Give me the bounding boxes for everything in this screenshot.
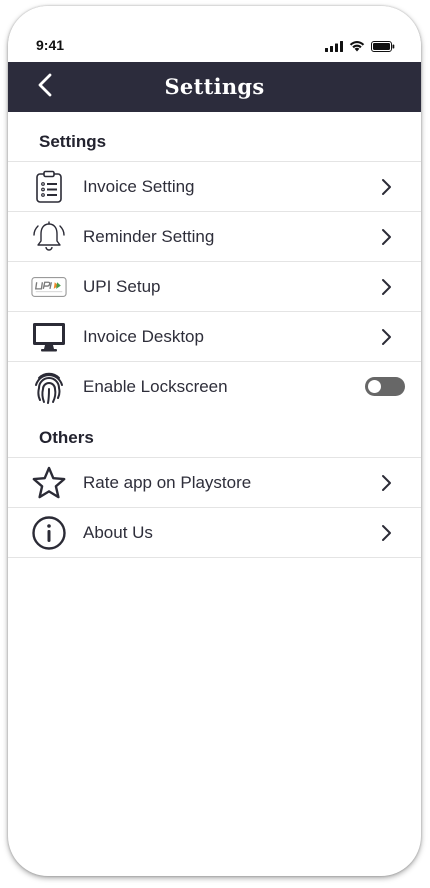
lockscreen-toggle[interactable] (365, 377, 405, 396)
toggle-knob (368, 380, 381, 393)
settings-item-reminder-setting[interactable]: Reminder Setting (8, 211, 421, 261)
others-item-label: Rate app on Playstore (83, 473, 252, 492)
status-icons (325, 39, 395, 57)
desktop-monitor-icon (31, 319, 67, 355)
battery-icon (371, 39, 395, 57)
chevron-right-icon (379, 523, 393, 543)
chevron-right-icon (379, 177, 393, 197)
settings-item-invoice-setting[interactable]: Invoice Setting (8, 161, 421, 211)
chevron-right-icon (379, 327, 393, 347)
upi-logo-icon (31, 269, 67, 305)
others-item-label: About Us (83, 523, 153, 542)
settings-item-label: Reminder Setting (83, 227, 215, 246)
page-title: Settings (164, 74, 265, 99)
settings-item-upi-setup[interactable]: UPI Setup (8, 261, 421, 311)
settings-item-label: Invoice Desktop (83, 327, 204, 346)
fingerprint-icon (31, 369, 67, 405)
section-title-settings: Settings (39, 132, 107, 151)
status-time: 9:41 (36, 37, 65, 53)
section-title-others: Others (39, 428, 94, 447)
others-item-about-us[interactable]: About Us (8, 507, 421, 558)
settings-item-enable-lockscreen: Enable Lockscreen (8, 361, 421, 411)
settings-item-label: UPI Setup (83, 277, 161, 296)
status-bar: 9:41 (8, 6, 421, 62)
app-header: Settings (8, 62, 421, 112)
chevron-right-icon (379, 227, 393, 247)
signal-icon (325, 39, 343, 57)
settings-item-invoice-desktop[interactable]: Invoice Desktop (8, 311, 421, 361)
star-icon (31, 465, 67, 501)
wifi-icon (349, 39, 365, 57)
phone-frame: 9:41 Settings Settings Invoice Setting R… (8, 6, 421, 876)
others-item-rate-app[interactable]: Rate app on Playstore (8, 457, 421, 507)
chevron-right-icon (379, 277, 393, 297)
settings-item-label: Invoice Setting (83, 177, 195, 196)
chevron-right-icon (379, 473, 393, 493)
clipboard-list-icon (31, 169, 67, 205)
settings-item-label: Enable Lockscreen (83, 377, 228, 396)
bell-ringing-icon (31, 219, 67, 255)
info-icon (31, 515, 67, 551)
